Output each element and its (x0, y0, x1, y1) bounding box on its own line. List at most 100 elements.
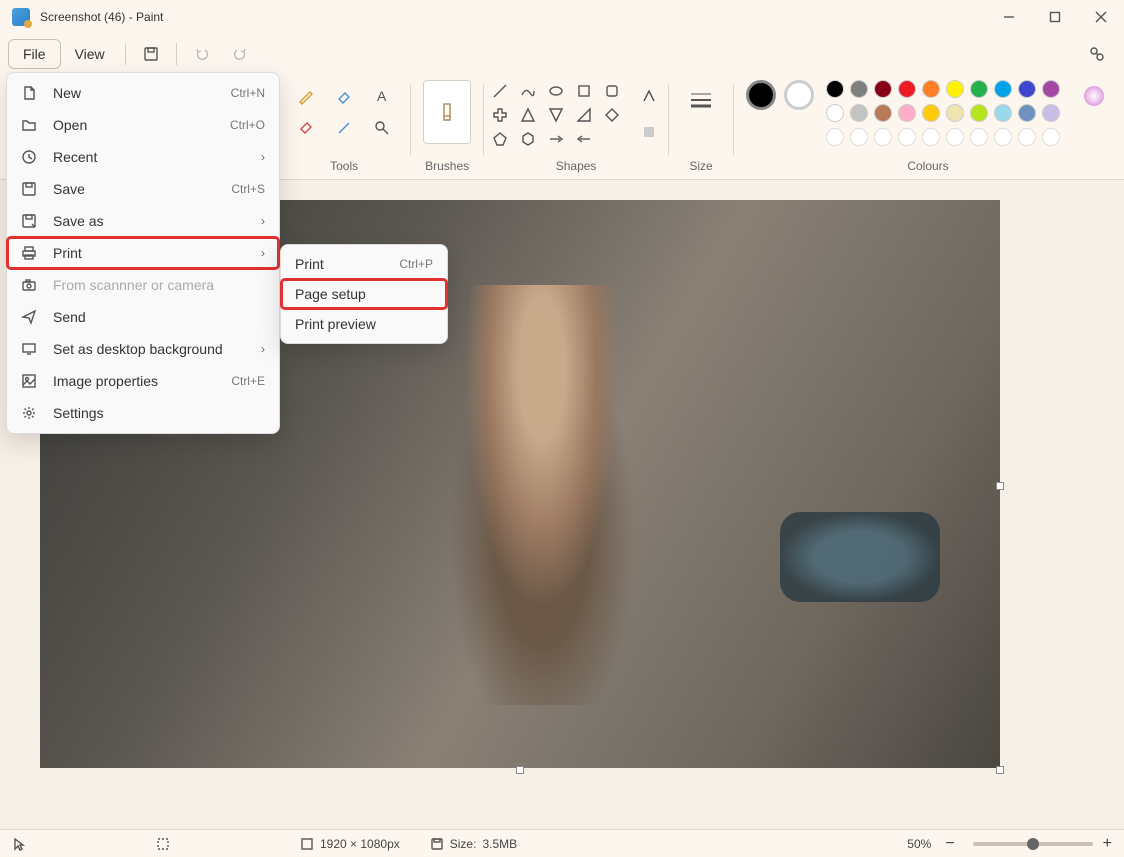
resize-handle-bottom[interactable] (516, 766, 524, 774)
size-value: 3.5MB (482, 837, 517, 851)
shapes-grid[interactable] (487, 80, 625, 150)
close-button[interactable] (1078, 0, 1124, 34)
fill-tool[interactable] (290, 112, 322, 144)
menu-label: Set as desktop background (53, 341, 223, 357)
chevron-right-icon: › (261, 214, 265, 228)
color-swatch[interactable] (874, 128, 892, 146)
color-swatch[interactable] (1042, 104, 1060, 122)
color-swatch[interactable] (994, 80, 1012, 98)
menu-shortcut: Ctrl+E (231, 374, 265, 388)
minimize-button[interactable] (986, 0, 1032, 34)
zoom-in-button[interactable]: + (1103, 835, 1112, 853)
file-menu-open[interactable]: OpenCtrl+O (7, 109, 279, 141)
color-swatch[interactable] (874, 80, 892, 98)
pencil-tool[interactable] (290, 80, 322, 112)
resize-handle-corner[interactable] (996, 766, 1004, 774)
chevron-right-icon: › (261, 342, 265, 356)
color-swatch[interactable] (898, 128, 916, 146)
size-label: Size: (450, 837, 477, 851)
color-swatch[interactable] (1042, 128, 1060, 146)
color-swatch[interactable] (850, 104, 868, 122)
send-icon (21, 309, 39, 325)
color-swatch[interactable] (898, 104, 916, 122)
file-menu-save-as[interactable]: Save as› (7, 205, 279, 237)
color-swatch[interactable] (970, 104, 988, 122)
file-menu-set-as-desktop-background[interactable]: Set as desktop background › (7, 333, 279, 365)
edit-colors-button[interactable] (1078, 80, 1110, 112)
magnifier-tool[interactable] (366, 112, 398, 144)
print-submenu-print-preview[interactable]: Print preview (281, 309, 447, 339)
color-swatch[interactable] (922, 128, 940, 146)
menu-shortcut: Ctrl+N (231, 86, 265, 100)
eraser-tool[interactable] (328, 80, 360, 112)
file-menu-new[interactable]: New Ctrl+N (7, 77, 279, 109)
file-menu-save[interactable]: Save Ctrl+S (7, 173, 279, 205)
color-swatch[interactable] (826, 128, 844, 146)
saveas-icon (21, 213, 39, 229)
zoom-slider[interactable] (973, 842, 1093, 846)
menu-label: Save (53, 181, 85, 197)
divider (125, 43, 126, 65)
color-swatch[interactable] (994, 104, 1012, 122)
color-swatch[interactable] (1018, 80, 1036, 98)
color-swatch[interactable] (850, 80, 868, 98)
color-swatch[interactable] (826, 80, 844, 98)
color-swatch[interactable] (1018, 128, 1036, 146)
file-menu-send[interactable]: Send (7, 301, 279, 333)
color-swatch[interactable] (946, 128, 964, 146)
menu-shortcut: Ctrl+S (231, 182, 265, 196)
color-swatch[interactable] (946, 104, 964, 122)
print-submenu-print[interactable]: PrintCtrl+P (281, 249, 447, 279)
view-tab[interactable]: View (61, 40, 119, 68)
save-quick-button[interactable] (132, 38, 170, 70)
brushes-button[interactable] (423, 80, 471, 144)
gear-icon (21, 405, 39, 421)
color-swatch[interactable] (1042, 80, 1060, 98)
colours-group: Colours (738, 78, 1118, 179)
color-1[interactable] (746, 80, 776, 110)
dimensions-indicator: 1920 × 1080px (300, 837, 400, 851)
shape-outline-button[interactable] (633, 80, 665, 112)
file-menu-recent[interactable]: Recent › (7, 141, 279, 173)
color-swatch[interactable] (874, 104, 892, 122)
chevron-right-icon: › (261, 150, 265, 164)
zoom-out-button[interactable]: − (945, 835, 954, 853)
shape-fill-button[interactable] (633, 116, 665, 148)
print-icon (21, 245, 39, 261)
color-swatch[interactable] (826, 104, 844, 122)
shapes-group: Shapes (488, 78, 664, 179)
settings-icon[interactable] (1078, 38, 1116, 70)
file-tab[interactable]: File (8, 39, 61, 69)
color-swatch[interactable] (946, 80, 964, 98)
color-swatch[interactable] (850, 128, 868, 146)
color-palette[interactable] (826, 80, 1062, 148)
submenu-label: Print (295, 256, 324, 272)
file-menu-image-properties[interactable]: Image propertiesCtrl+E (7, 365, 279, 397)
save-icon (21, 181, 39, 197)
picker-tool[interactable] (328, 112, 360, 144)
color-swatch[interactable] (922, 80, 940, 98)
color-swatch[interactable] (970, 128, 988, 146)
print-submenu-page-setup[interactable]: Page setup (281, 279, 447, 309)
menu-label: Recent (53, 149, 97, 165)
resize-handle-right[interactable] (996, 482, 1004, 490)
menu-label: New (53, 85, 81, 101)
size-button[interactable] (681, 80, 721, 120)
undo-button[interactable] (183, 38, 221, 70)
menu-label: Send (53, 309, 86, 325)
text-tool[interactable]: A (366, 80, 398, 112)
file-menu: NewCtrl+NOpenCtrl+ORecent›SaveCtrl+SSave… (6, 72, 280, 434)
menu-label: Open (53, 117, 87, 133)
color-swatch[interactable] (994, 128, 1012, 146)
redo-button[interactable] (221, 38, 259, 70)
print-submenu: PrintCtrl+PPage setupPrint preview (280, 244, 448, 344)
maximize-button[interactable] (1032, 0, 1078, 34)
color-swatch[interactable] (922, 104, 940, 122)
file-menu-settings[interactable]: Settings (7, 397, 279, 429)
color-swatch[interactable] (898, 80, 916, 98)
color-swatch[interactable] (970, 80, 988, 98)
file-menu-print[interactable]: Print› (7, 237, 279, 269)
color-2[interactable] (784, 80, 814, 110)
file-menu-from-scannner-or-camera: From scannner or camera (7, 269, 279, 301)
color-swatch[interactable] (1018, 104, 1036, 122)
